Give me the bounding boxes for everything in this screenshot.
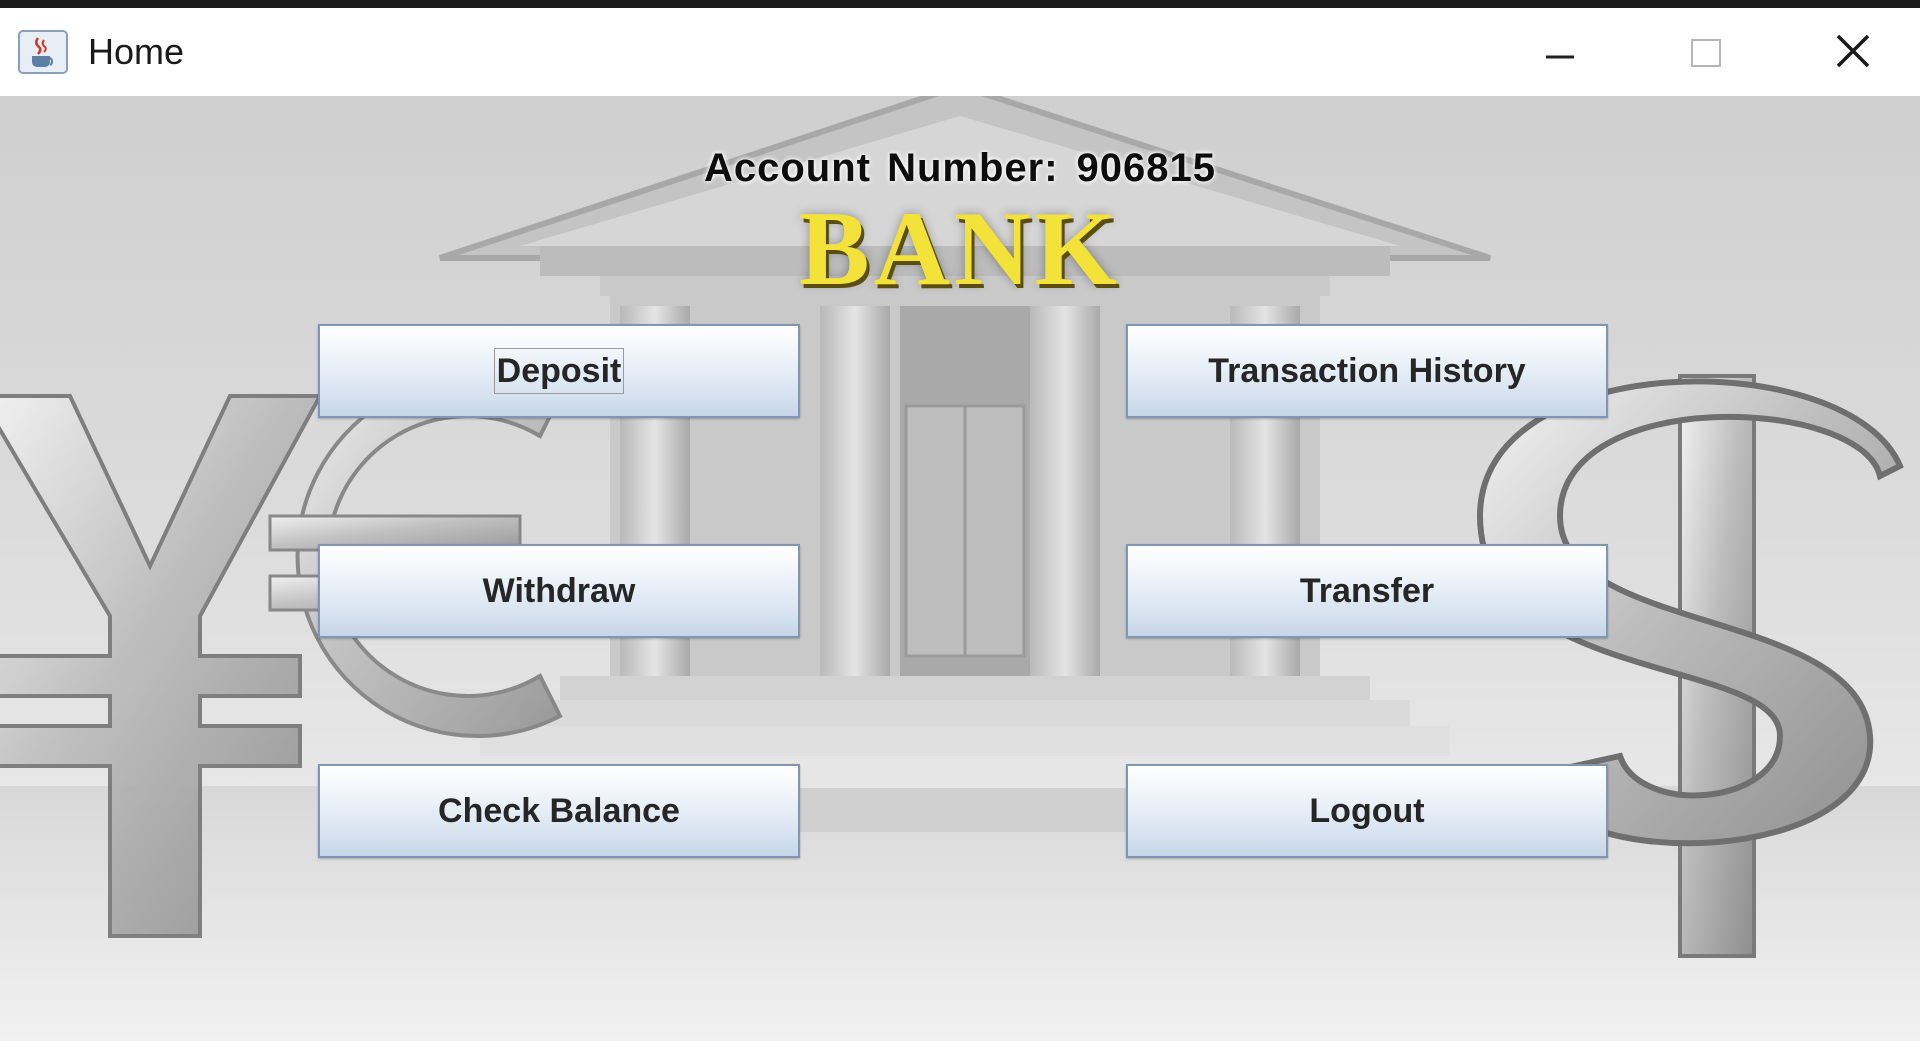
withdraw-button-label: Withdraw — [482, 572, 636, 610]
logout-button[interactable]: Logout — [1126, 764, 1608, 858]
minimize-button[interactable] — [1524, 22, 1596, 82]
transfer-button[interactable]: Transfer — [1126, 544, 1608, 638]
maximize-button[interactable] — [1670, 22, 1742, 82]
deposit-button-label: Deposit — [493, 348, 625, 394]
minimize-icon — [1546, 55, 1574, 59]
logout-button-label: Logout — [1309, 792, 1425, 830]
account-number-label: Account Number: — [703, 146, 1059, 190]
deposit-button[interactable]: Deposit — [318, 324, 800, 418]
maximize-icon — [1691, 39, 1721, 67]
title-bar[interactable]: Home — [0, 8, 1920, 96]
account-number-line: Account Number: 906815 — [0, 146, 1920, 191]
home-panel: Account Number: 906815 BANK Deposit Trans… — [0, 96, 1920, 1041]
transaction-history-button[interactable]: Transaction History — [1126, 324, 1608, 418]
java-coffee-cup-icon — [18, 30, 68, 74]
close-button[interactable] — [1818, 22, 1890, 82]
account-number-value: 906815 — [1076, 146, 1217, 190]
check-balance-button-label: Check Balance — [438, 792, 680, 830]
bank-logo: BANK — [798, 190, 1122, 307]
close-icon — [1836, 34, 1870, 68]
withdraw-button[interactable]: Withdraw — [318, 544, 800, 638]
window-title: Home — [88, 31, 185, 72]
check-balance-button[interactable]: Check Balance — [318, 764, 800, 858]
app-window: Home Account Number: 906815 BANK Deposit… — [0, 0, 1920, 1041]
transfer-button-label: Transfer — [1299, 572, 1435, 610]
transaction-history-button-label: Transaction History — [1208, 352, 1526, 390]
